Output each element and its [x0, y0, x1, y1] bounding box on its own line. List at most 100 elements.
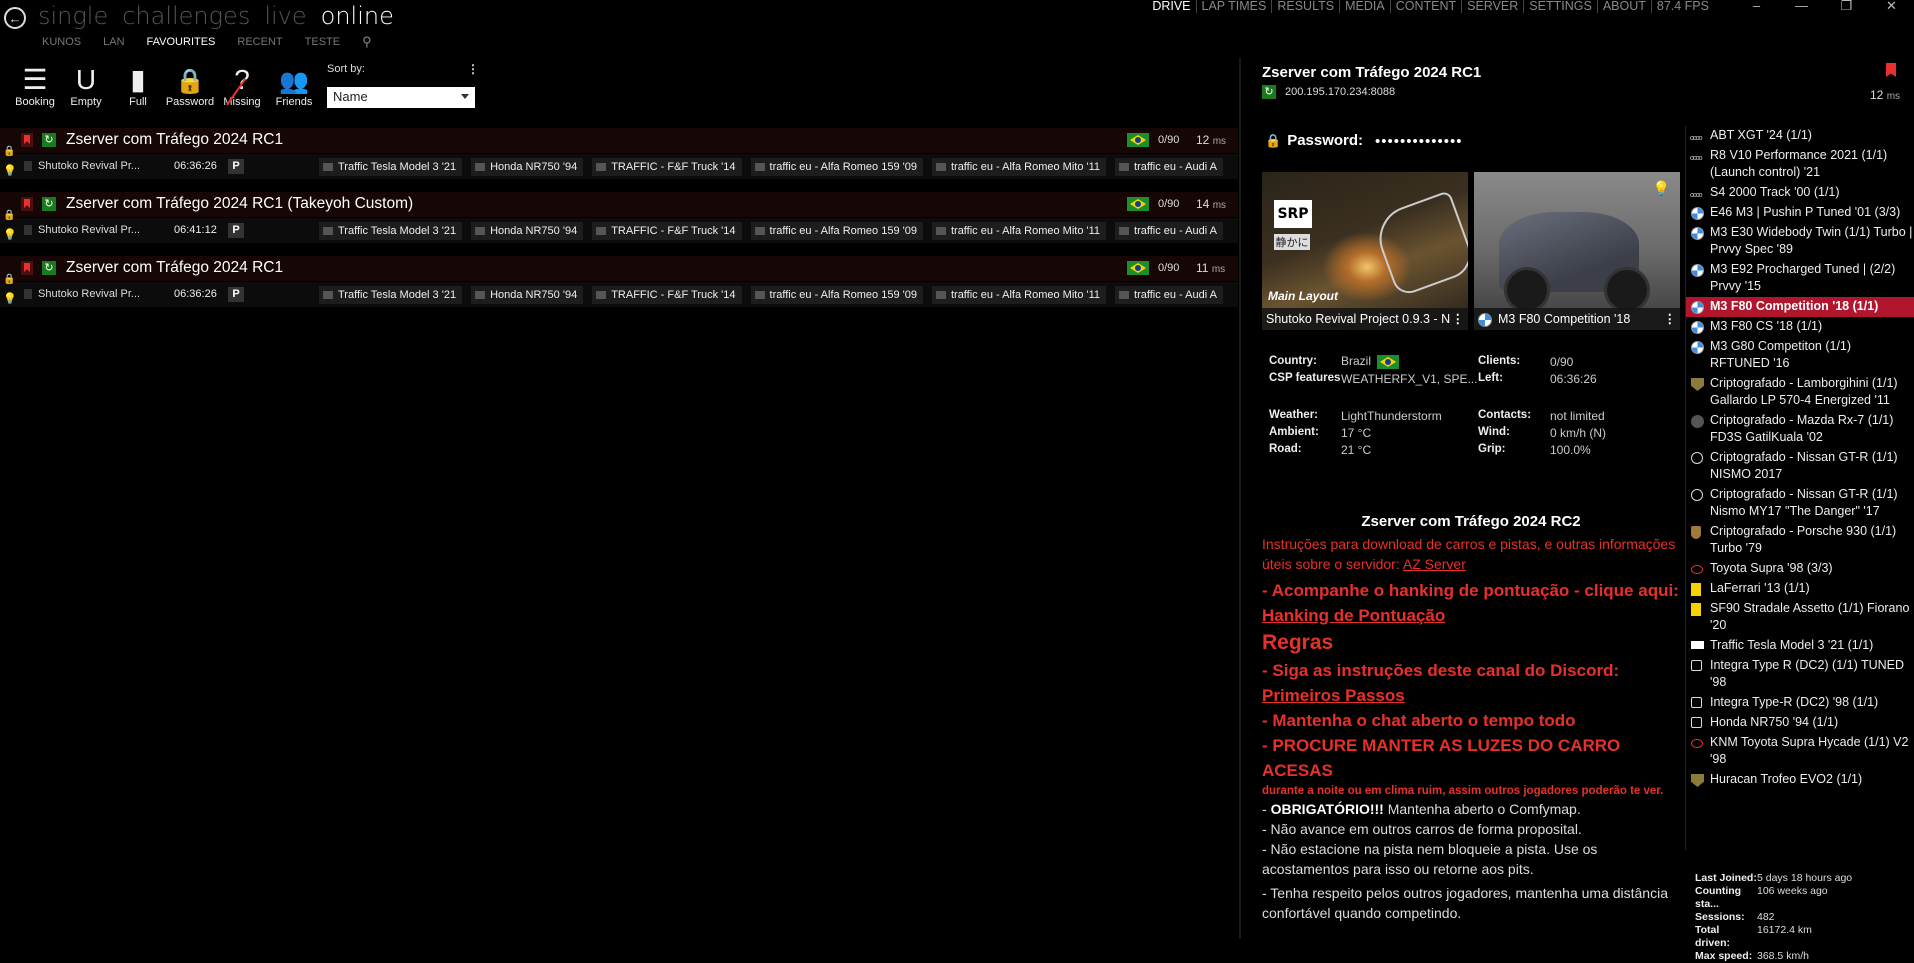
sort-value: Name: [333, 89, 368, 104]
top-server[interactable]: SERVER: [1462, 0, 1525, 13]
server-row[interactable]: 🔒 💡 ↻ Zserver com Tráfego 2024 RC1 0/90 …: [0, 128, 1238, 186]
nav-challenges[interactable]: challenges: [122, 2, 250, 30]
car-list-item[interactable]: R8 V10 Performance 2021 (1/1) (Launch co…: [1686, 146, 1914, 183]
car-chip[interactable]: Honda NR750 '94: [471, 222, 584, 240]
car-chip[interactable]: traffic eu - Audi A: [1115, 286, 1223, 304]
car-list-item[interactable]: KNM Toyota Supra Hycade (1/1) V2 '98: [1686, 733, 1914, 770]
car-chip[interactable]: traffic eu - Alfa Romeo Mito '11: [931, 222, 1107, 240]
filter-password[interactable]: 🔒 Password: [165, 62, 215, 108]
nav-online[interactable]: online: [321, 2, 394, 30]
search-icon[interactable]: ⚲: [362, 34, 372, 50]
filter-label: Empty: [70, 96, 102, 108]
track-preview[interactable]: SRP 静かに Main Layout Shutoko Revival Proj…: [1262, 172, 1468, 330]
car-list-item[interactable]: M3 F80 Competition '18 (1/1): [1686, 297, 1914, 317]
top-about[interactable]: ABOUT: [1598, 0, 1652, 13]
refresh-icon[interactable]: ↻: [42, 261, 56, 275]
car-list-item[interactable]: M3 E30 Widebody Twin (1/1) Turbo | Prvvy…: [1686, 223, 1914, 260]
car-list-item[interactable]: Huracan Trofeo EVO2 (1/1): [1686, 770, 1914, 790]
bookmark-icon[interactable]: [21, 197, 33, 211]
car-list-item[interactable]: LaFerrari '13 (1/1): [1686, 579, 1914, 599]
bookmark-icon[interactable]: [1886, 63, 1896, 77]
top-content[interactable]: CONTENT: [1391, 0, 1463, 13]
car-chip[interactable]: Honda NR750 '94: [471, 158, 584, 176]
car-list-item[interactable]: Integra Type R (DC2) (1/1) TUNED '98: [1686, 656, 1914, 693]
filter-booking[interactable]: ☰ Booking: [10, 62, 60, 108]
top-media[interactable]: MEDIA: [1340, 0, 1391, 13]
menu-icon[interactable]: –: [1734, 0, 1779, 12]
top-lap-times[interactable]: LAP TIMES: [1197, 0, 1273, 13]
car-list-item[interactable]: M3 F80 CS '18 (1/1): [1686, 317, 1914, 337]
car-list-item[interactable]: Toyota Supra '98 (3/3): [1686, 559, 1914, 579]
primeiros-passos-link[interactable]: Primeiros Passos: [1262, 686, 1405, 705]
tab-teste[interactable]: TESTE: [305, 36, 340, 50]
tab-recent[interactable]: RECENT: [237, 36, 282, 50]
track-menu-icon[interactable]: ⋮: [1452, 308, 1465, 330]
refresh-icon[interactable]: ↻: [42, 197, 56, 211]
car-list-item[interactable]: Honda NR750 '94 (1/1): [1686, 713, 1914, 733]
filter-friends[interactable]: 👥 Friends: [269, 62, 319, 108]
tab-kunos[interactable]: KUNOS: [42, 36, 81, 50]
az-server-link[interactable]: AZ Server: [1403, 556, 1466, 572]
minimize-icon[interactable]: —: [1779, 0, 1824, 12]
top-settings[interactable]: SETTINGS: [1524, 0, 1598, 13]
car-chip[interactable]: traffic eu - Alfa Romeo 159 '09: [750, 286, 923, 304]
detail-ip[interactable]: 200.195.170.234:8088: [1285, 86, 1395, 98]
sort-menu-icon[interactable]: ⋮: [467, 62, 479, 76]
tab-favourites[interactable]: FAVOURITES: [147, 36, 216, 50]
light-icon[interactable]: 💡: [1653, 180, 1670, 197]
car-list-item[interactable]: Criptografado - Nissan GT-R (1/1) NISMO …: [1686, 448, 1914, 485]
car-list-item[interactable]: M3 G80 Competiton (1/1) RFTUNED '16: [1686, 337, 1914, 374]
ranking-link[interactable]: Hanking de Pontuação: [1262, 606, 1445, 625]
filter-missing[interactable]: ? Missing: [217, 62, 267, 108]
nav-live[interactable]: live: [264, 2, 306, 30]
car-chip[interactable]: traffic eu - Alfa Romeo Mito '11: [931, 158, 1107, 176]
back-button[interactable]: ←: [4, 7, 26, 29]
car-chip[interactable]: TRAFFIC - F&F Truck '14: [592, 158, 742, 176]
filter-empty[interactable]: U Empty: [61, 62, 111, 108]
bookmark-icon[interactable]: [21, 133, 33, 147]
car-chip[interactable]: traffic eu - Alfa Romeo 159 '09: [750, 158, 923, 176]
server-row[interactable]: 🔒 💡 ↻ Zserver com Tráfego 2024 RC1 (Take…: [0, 192, 1238, 250]
nav-single[interactable]: single: [38, 2, 108, 30]
car-list-item[interactable]: Integra Type-R (DC2) '98 (1/1): [1686, 693, 1914, 713]
bookmark-icon[interactable]: [21, 261, 33, 275]
car-chip[interactable]: TRAFFIC - F&F Truck '14: [592, 222, 742, 240]
car-chip[interactable]: traffic eu - Audi A: [1115, 222, 1223, 240]
car-chip[interactable]: traffic eu - Alfa Romeo Mito '11: [931, 286, 1107, 304]
maximize-icon[interactable]: ❐: [1824, 0, 1869, 12]
top-results[interactable]: RESULTS: [1272, 0, 1341, 13]
car-chip[interactable]: traffic eu - Audi A: [1115, 158, 1223, 176]
car-chip[interactable]: TRAFFIC - F&F Truck '14: [592, 286, 742, 304]
car-list-item[interactable]: E46 M3 | Pushin P Tuned '01 (3/3): [1686, 203, 1914, 223]
car-list-item[interactable]: S4 2000 Track '00 (1/1): [1686, 183, 1914, 204]
car-list-item[interactable]: M3 E92 Procharged Tuned | (2/2) Prvvy '1…: [1686, 260, 1914, 297]
tab-lan[interactable]: LAN: [103, 36, 124, 50]
top-drive[interactable]: DRIVE: [1147, 0, 1197, 13]
refresh-icon[interactable]: ↻: [1262, 85, 1276, 99]
car-chip[interactable]: Traffic Tesla Model 3 '21: [319, 158, 463, 176]
car-chip[interactable]: Traffic Tesla Model 3 '21: [319, 286, 463, 304]
car-list-item[interactable]: ABT XGT '24 (1/1): [1686, 126, 1914, 147]
server-car-chips: Traffic Tesla Model 3 '21 Honda NR750 '94…: [319, 158, 1236, 176]
bmw-logo-icon: [1478, 312, 1492, 327]
car-chip[interactable]: Honda NR750 '94: [471, 286, 584, 304]
car-list-item[interactable]: Criptografado - Porsche 930 (1/1) Turbo …: [1686, 522, 1914, 559]
car-list-item[interactable]: Criptografado - Nissan GT-R (1/1) Nismo …: [1686, 485, 1914, 522]
server-row[interactable]: 🔒 💡 ↻ Zserver com Tráfego 2024 RC1 0/90 …: [0, 256, 1238, 314]
sort-select[interactable]: Name: [327, 87, 475, 108]
rule-2: - Mantenha o chat aberto o tempo todo: [1262, 711, 1576, 730]
car-list-item[interactable]: SF90 Stradale Assetto (1/1) Fiorano '20: [1686, 599, 1914, 636]
close-icon[interactable]: ✕: [1869, 0, 1914, 12]
car-list-item[interactable]: Criptografado - Mazda Rx-7 (1/1) FD3S Ga…: [1686, 411, 1914, 448]
car-list[interactable]: ABT XGT '24 (1/1) R8 V10 Performance 2021…: [1685, 126, 1914, 850]
car-menu-icon[interactable]: ⋮: [1664, 308, 1677, 330]
car-list-item[interactable]: Traffic Tesla Model 3 '21 (1/1): [1686, 636, 1914, 656]
car-chip[interactable]: traffic eu - Alfa Romeo 159 '09: [750, 222, 923, 240]
car-list-item[interactable]: Criptografado - Lamborgihini (1/1) Galla…: [1686, 374, 1914, 411]
car-preview[interactable]: 💡 M3 F80 Competition '18 ⋮: [1474, 172, 1680, 330]
car-chip[interactable]: Traffic Tesla Model 3 '21: [319, 222, 463, 240]
password-field[interactable]: ••••••••••••••: [1375, 133, 1463, 150]
road-label: Road:: [1269, 443, 1302, 455]
filter-full[interactable]: ▮ Full: [113, 62, 163, 108]
refresh-icon[interactable]: ↻: [42, 133, 56, 147]
